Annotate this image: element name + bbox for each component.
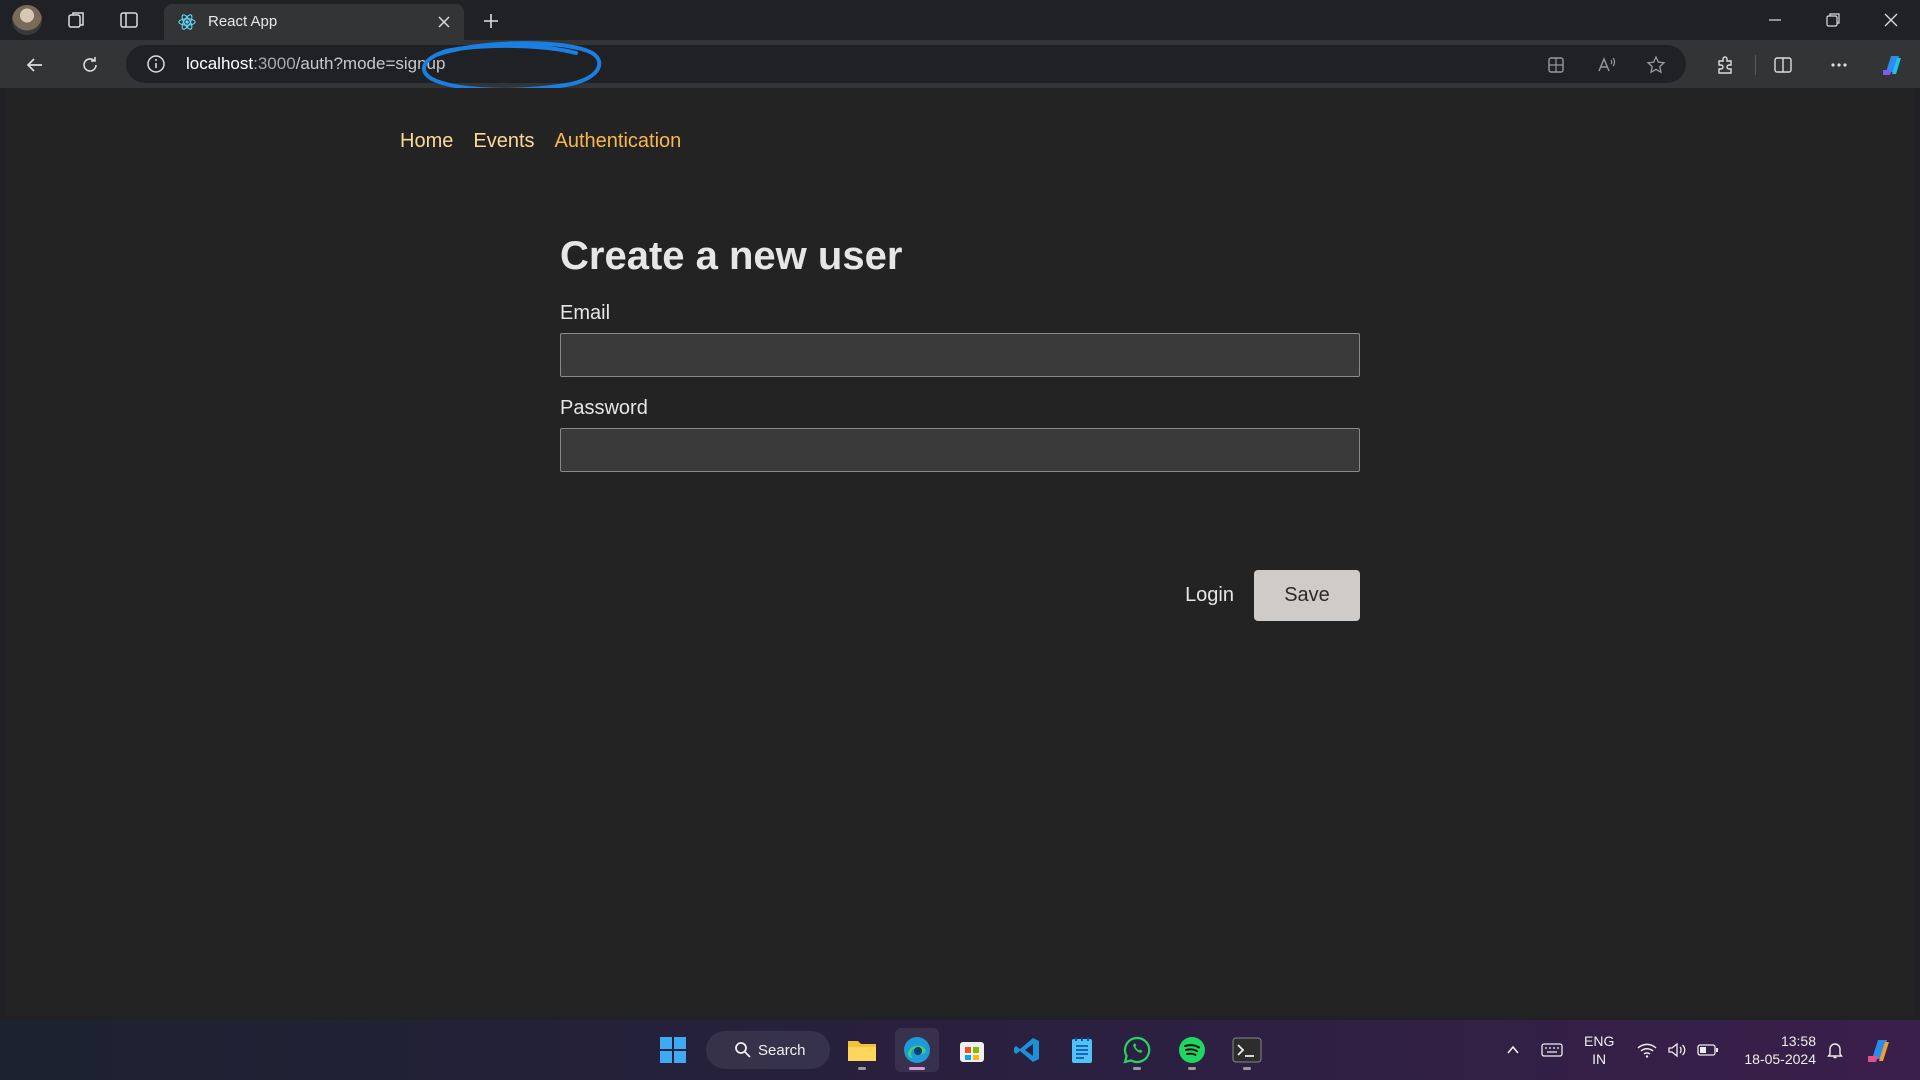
search-label: Search xyxy=(758,1041,806,1059)
refresh-icon[interactable] xyxy=(75,50,105,80)
main-navigation: Home Events Authentication xyxy=(400,130,681,153)
extensions-icon[interactable] xyxy=(1712,52,1738,78)
language-code: ENG xyxy=(1584,1033,1615,1049)
running-indicator xyxy=(1133,1067,1141,1070)
vertical-tabs-icon[interactable] xyxy=(116,7,142,33)
region-code: IN xyxy=(1592,1051,1607,1067)
edge-taskbar-icon[interactable] xyxy=(895,1028,939,1072)
browser-tab-bar: React App xyxy=(0,0,1920,40)
language-indicator[interactable]: ENG IN xyxy=(1584,1032,1614,1068)
favorite-star-icon[interactable] xyxy=(1644,53,1668,77)
url-port: :3000 xyxy=(253,54,296,73)
system-clock[interactable]: 13:58 18-05-2024 xyxy=(1736,1032,1816,1068)
running-indicator xyxy=(858,1067,866,1070)
nav-link-home[interactable]: Home xyxy=(400,130,453,153)
url-host: localhost xyxy=(186,54,254,73)
email-label: Email xyxy=(560,302,611,324)
address-bar[interactable]: localhost:3000/auth?mode=signup xyxy=(126,41,1686,92)
microsoft-store-icon[interactable] xyxy=(950,1028,994,1072)
url-text[interactable]: localhost:3000/auth?mode=signup xyxy=(186,54,445,74)
save-button[interactable]: Save xyxy=(1254,570,1360,621)
keyboard-icon[interactable] xyxy=(1538,1020,1566,1080)
whatsapp-icon[interactable] xyxy=(1115,1028,1159,1072)
nav-link-events[interactable]: Events xyxy=(473,130,534,153)
form-actions: Login Save xyxy=(1185,570,1360,621)
split-screen-icon[interactable] xyxy=(1770,52,1796,78)
clock-date: 18-05-2024 xyxy=(1744,1051,1816,1067)
volume-icon[interactable] xyxy=(1664,1020,1690,1080)
spotify-icon[interactable] xyxy=(1170,1028,1214,1072)
page-viewport: Home Events Authentication Create a new … xyxy=(6,88,1914,1016)
back-icon[interactable] xyxy=(20,50,50,80)
url-path: /auth?mode=signup xyxy=(295,54,446,73)
vscode-icon[interactable] xyxy=(1005,1028,1049,1072)
password-field[interactable] xyxy=(560,428,1360,472)
active-indicator xyxy=(909,1067,925,1070)
app-available-icon[interactable] xyxy=(1544,53,1568,77)
close-tab-icon[interactable] xyxy=(434,12,454,32)
copilot-taskbar-icon[interactable] xyxy=(1862,1020,1898,1080)
clock-time: 13:58 xyxy=(1780,1033,1816,1049)
react-logo-icon xyxy=(178,13,196,31)
running-indicator xyxy=(1188,1067,1196,1070)
taskbar-search-button[interactable]: Search xyxy=(706,1031,830,1069)
login-link[interactable]: Login xyxy=(1185,584,1234,607)
more-options-icon[interactable] xyxy=(1826,52,1852,78)
terminal-icon[interactable] xyxy=(1225,1028,1269,1072)
running-indicator xyxy=(1243,1067,1251,1070)
copilot-icon[interactable] xyxy=(1880,52,1906,78)
toolbar-divider xyxy=(1755,55,1756,75)
close-window-icon[interactable] xyxy=(1862,0,1920,40)
workspaces-icon[interactable] xyxy=(64,7,90,33)
page-title: Create a new user xyxy=(560,234,903,278)
minimize-icon[interactable] xyxy=(1746,0,1804,40)
tab-title: React App xyxy=(208,13,278,30)
site-info-icon[interactable] xyxy=(146,54,166,74)
active-tab[interactable]: React App xyxy=(164,4,464,40)
password-label: Password xyxy=(560,397,648,419)
new-tab-icon[interactable] xyxy=(478,8,504,34)
file-explorer-icon[interactable] xyxy=(840,1028,884,1072)
browser-toolbar: localhost:3000/auth?mode=signup xyxy=(0,40,1920,92)
notepad-icon[interactable] xyxy=(1060,1028,1104,1072)
search-icon xyxy=(735,1042,751,1058)
show-hidden-icons-chevron-icon[interactable] xyxy=(1500,1020,1526,1080)
nav-link-authentication[interactable]: Authentication xyxy=(555,130,682,153)
windows-taskbar: Search ENG IN 13:58 18-05-2024 xyxy=(0,1020,1920,1080)
notification-bell-icon[interactable] xyxy=(1822,1020,1848,1080)
start-button-icon[interactable] xyxy=(651,1028,695,1072)
wifi-icon[interactable] xyxy=(1634,1020,1660,1080)
battery-icon[interactable] xyxy=(1694,1020,1722,1080)
read-aloud-icon[interactable] xyxy=(1594,53,1618,77)
profile-avatar[interactable] xyxy=(12,5,42,35)
restore-icon[interactable] xyxy=(1804,0,1862,40)
email-field[interactable] xyxy=(560,333,1360,377)
signup-form: Create a new user Email Password Login S… xyxy=(560,232,1360,621)
